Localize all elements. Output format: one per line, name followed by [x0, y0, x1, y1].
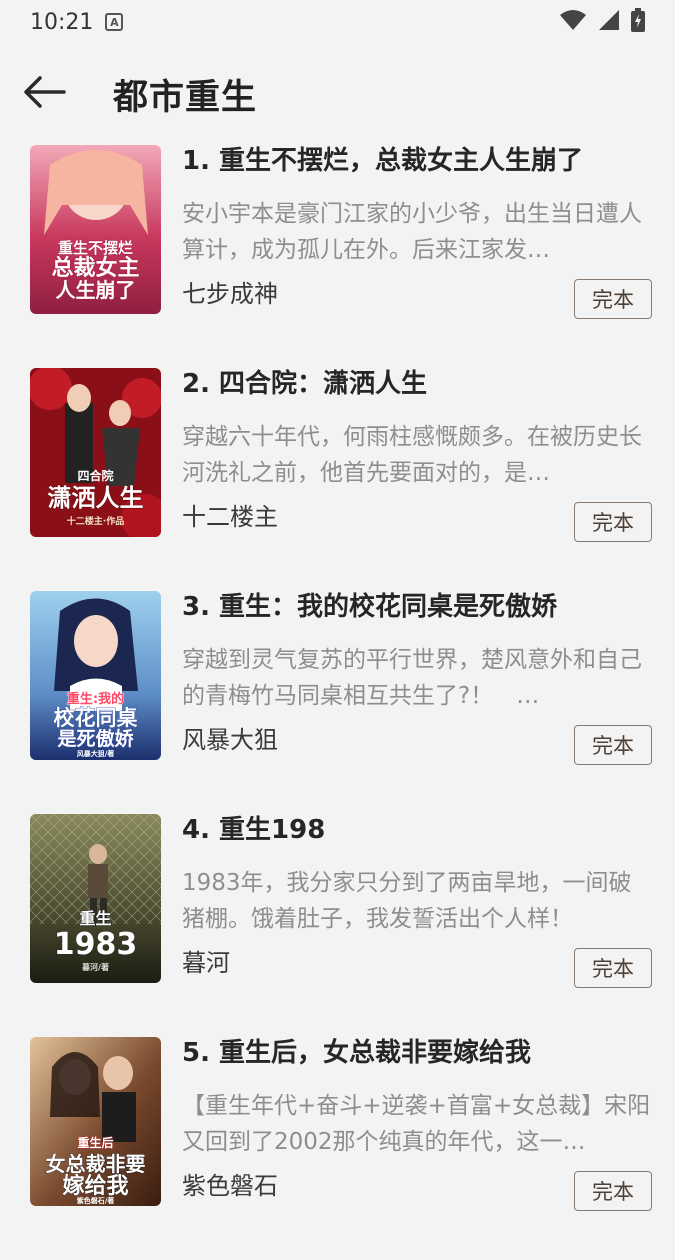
cover-text: 嫁给我 — [62, 1173, 128, 1199]
book-list: 重生不摆烂 总裁女主 人生崩了 1. 重生不摆烂，总裁女主人生崩了 安小宇本是豪门江… — [0, 145, 675, 1260]
cover-text: 重生后 — [77, 1135, 113, 1150]
book-item[interactable]: 重生:我的 校花同桌 是死傲娇 风暴大狙/著 3. 重生：我的校花同桌是死傲娇 穿越到… — [0, 591, 675, 814]
book-author: 七步成神 — [182, 280, 278, 308]
book-title[interactable]: 2. 四合院：潇洒人生 — [182, 368, 427, 400]
book-title[interactable]: 4. 重生198 — [182, 814, 325, 846]
book-author: 紫色磐石 — [182, 1172, 278, 1200]
book-cover[interactable]: 四合院 潇洒人生十二楼主·作品 — [30, 368, 161, 537]
completion-status-badge: 完本 — [574, 948, 652, 988]
cover-text: 风暴大狙/著 — [77, 749, 115, 758]
status-bar: 10:21 A — [0, 0, 675, 44]
book-description: 穿越到灵气复苏的平行世界，楚风意外和自己的青梅竹马同桌相互共生了?！ … — [182, 647, 642, 709]
cover-text: 人生崩了 — [56, 278, 136, 302]
cover-text: 重生 — [79, 909, 111, 928]
cellular-signal-icon — [597, 9, 621, 35]
back-arrow-icon — [22, 75, 66, 113]
completion-status-badge: 完本 — [574, 1171, 652, 1211]
app-bar: 都市重生 — [0, 56, 675, 132]
book-cover[interactable]: 重生 1983 暮河/著 — [30, 814, 161, 983]
cover-text: 1983 — [54, 927, 138, 962]
book-item[interactable]: 重生 1983 暮河/著 4. 重生198 1983年，我分家只分到了两亩旱地，一间… — [0, 814, 675, 1037]
book-title[interactable]: 5. 重生后，女总裁非要嫁给我 — [182, 1037, 531, 1069]
cover-text: 女总裁非要 — [46, 1152, 146, 1176]
book-description: 穿越六十年代，何雨柱感慨颇多。在被历史长河洗礼之前，他首先要面对的，是… — [182, 424, 642, 486]
book-description: 1983年，我分家只分到了两亩旱地，一间破猪棚。饿着肚子，我发誓活出个人样！ — [182, 870, 632, 932]
book-item[interactable]: 重生不摆烂 总裁女主 人生崩了 1. 重生不摆烂，总裁女主人生崩了 安小宇本是豪门江… — [0, 145, 675, 368]
book-cover[interactable]: 重生后女总裁非要 嫁给我 紫色磐石/著 — [30, 1037, 161, 1206]
cover-text: 潇洒人生 — [48, 484, 144, 512]
completion-status-badge: 完本 — [574, 279, 652, 319]
book-cover[interactable]: 重生不摆烂 总裁女主 人生崩了 — [30, 145, 161, 314]
status-icons — [559, 8, 645, 36]
book-cover[interactable]: 重生:我的 校花同桌 是死傲娇 风暴大狙/著 — [30, 591, 161, 760]
book-title[interactable]: 1. 重生不摆烂，总裁女主人生崩了 — [182, 145, 583, 177]
wifi-icon — [559, 9, 587, 35]
cover-text: 十二楼主·作品 — [67, 515, 124, 527]
book-item[interactable]: 四合院 潇洒人生十二楼主·作品 2. 四合院：潇洒人生 穿越六十年代，何雨柱感慨颇… — [0, 368, 675, 591]
completion-status-badge: 完本 — [574, 725, 652, 765]
cover-text: 校花同桌 — [54, 706, 139, 730]
completion-status-badge: 完本 — [574, 502, 652, 542]
status-time: 10:21 — [30, 9, 94, 35]
book-author: 风暴大狙 — [182, 726, 278, 754]
back-button[interactable] — [0, 56, 90, 132]
cover-text: 重生不摆烂 — [58, 239, 133, 257]
book-title[interactable]: 3. 重生：我的校花同桌是死傲娇 — [182, 591, 557, 623]
cover-text: 重生:我的 — [67, 691, 124, 707]
notification-a-icon: A — [105, 13, 124, 31]
cover-text: 暮河/著 — [81, 962, 109, 972]
book-author: 暮河 — [182, 949, 230, 977]
cover-text: 是死傲娇 — [57, 727, 134, 750]
cover-text: 紫色磐石/著 — [77, 1196, 115, 1205]
book-author: 十二楼主 — [182, 503, 278, 531]
page-title: 都市重生 — [113, 77, 258, 118]
battery-charging-icon — [631, 8, 645, 36]
cover-text: 四合院 — [77, 468, 113, 483]
book-description: 安小宇本是豪门江家的小少爷，出生当日遭人算计，成为孤儿在外。后来江家发… — [182, 201, 642, 263]
book-item[interactable]: 重生后女总裁非要 嫁给我 紫色磐石/著 5. 重生后，女总裁非要嫁给我 【重生年代+… — [0, 1037, 675, 1260]
book-description: 【重生年代+奋斗+逆袭+首富+女总裁】宋阳又回到了2002那个纯真的年代，这一… — [182, 1093, 651, 1155]
